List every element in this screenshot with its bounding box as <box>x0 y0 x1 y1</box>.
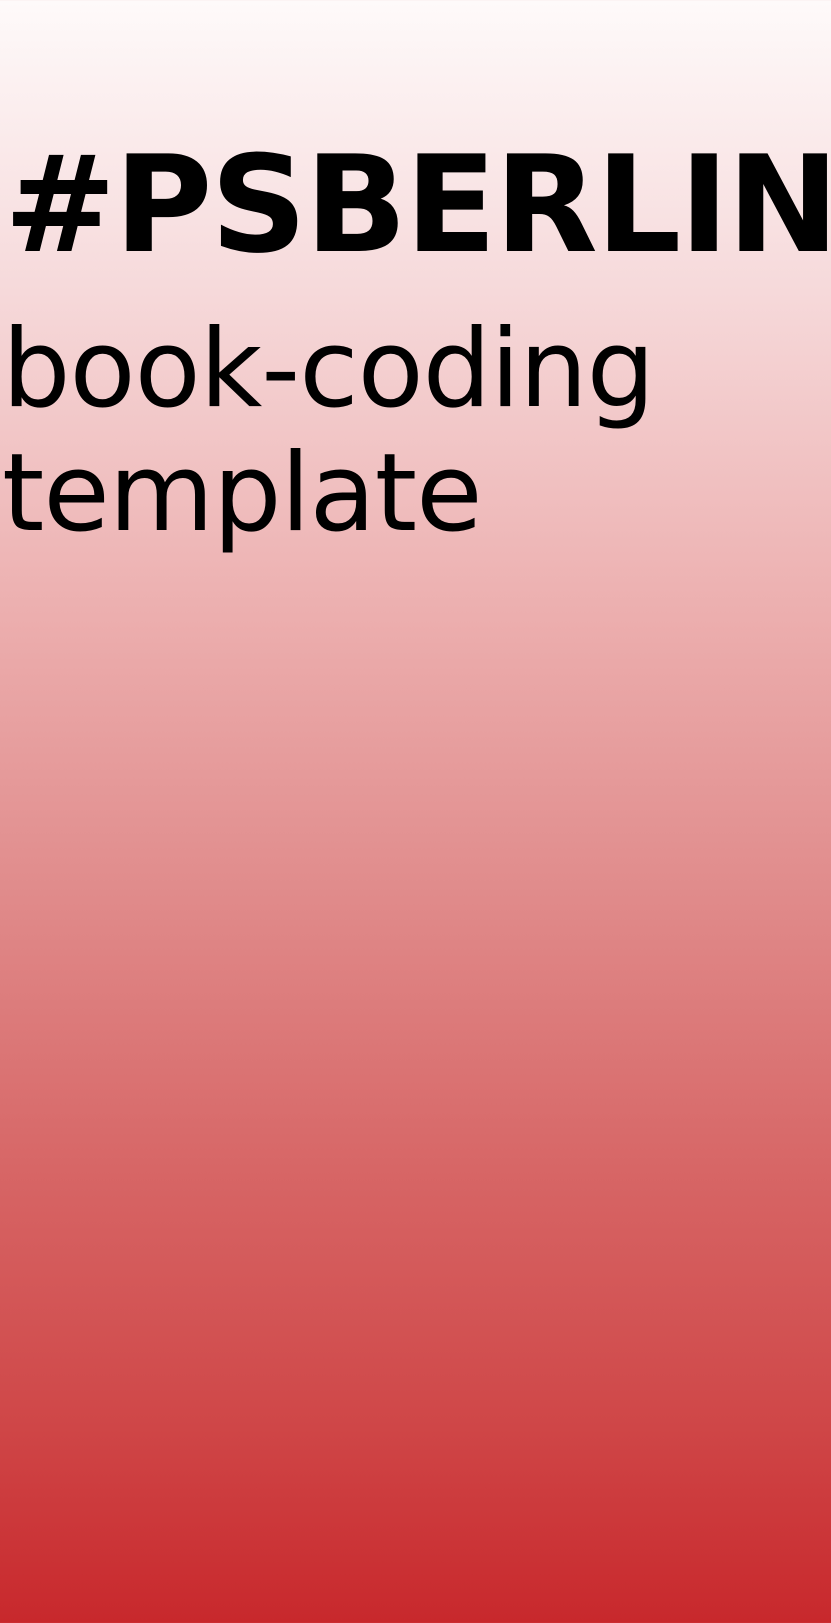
subtitle-line-1: book-coding <box>2 307 655 432</box>
subtitle: book-coding template <box>2 307 655 556</box>
subtitle-line-2: template <box>2 431 483 556</box>
headline-hashtag: #PSBERLIN <box>4 127 831 283</box>
